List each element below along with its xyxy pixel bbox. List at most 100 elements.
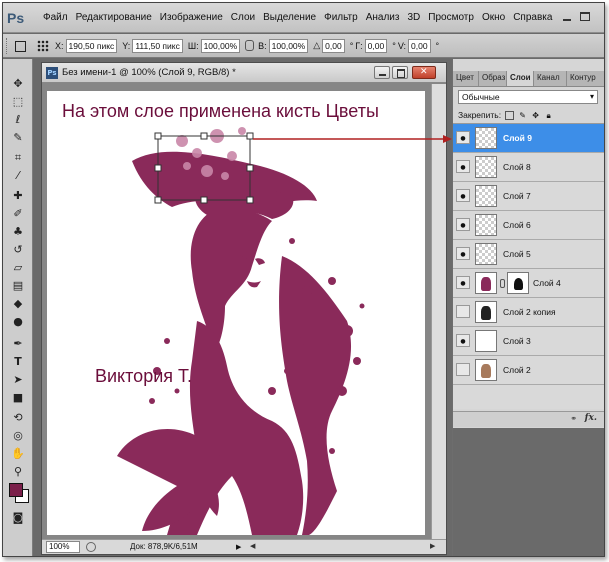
tab-color[interactable]: Цвет xyxy=(453,71,479,86)
layer-name: Слой 2 копия xyxy=(503,307,556,317)
layer-row[interactable]: Слой 6 xyxy=(453,211,604,240)
layer-thumbnail xyxy=(475,156,497,178)
3d-orbit-tool-icon[interactable]: ◎ xyxy=(10,429,26,443)
marquee-tool-icon[interactable]: ⬚ xyxy=(10,95,26,109)
menu-file[interactable]: Файл xyxy=(39,12,72,23)
type-tool-icon[interactable]: T xyxy=(10,355,26,369)
eraser-tool-icon[interactable]: ▱ xyxy=(10,261,26,275)
layer-row[interactable]: Слой 9 xyxy=(453,124,604,153)
quick-selection-tool-icon[interactable]: ✎ xyxy=(10,131,26,145)
gradient-tool-icon[interactable]: ▤ xyxy=(10,279,26,293)
healing-brush-tool-icon[interactable]: ✚ xyxy=(10,189,26,203)
transform-tool-icon[interactable] xyxy=(13,39,29,53)
status-menu-arrow-icon[interactable]: ▶ xyxy=(236,543,241,551)
visibility-eye-icon[interactable] xyxy=(456,334,470,347)
vskew-field[interactable]: 0,00 xyxy=(408,38,431,53)
history-brush-tool-icon[interactable]: ↺ xyxy=(10,243,26,257)
x-label: X: xyxy=(55,40,64,51)
menu-analysis[interactable]: Анализ xyxy=(362,12,404,23)
eyedropper-tool-icon[interactable]: ⁄ xyxy=(10,169,26,183)
tab-channels[interactable]: Канал xyxy=(534,71,567,86)
foreground-color-swatch[interactable] xyxy=(9,483,23,497)
menu-help[interactable]: Справка xyxy=(509,12,556,23)
visibility-eye-icon[interactable] xyxy=(456,305,470,318)
layer-mask-thumbnail[interactable] xyxy=(507,272,529,294)
path-selection-tool-icon[interactable]: ➤ xyxy=(10,373,26,387)
document-minimize-button[interactable] xyxy=(374,66,390,79)
hskew-field[interactable]: 0,00 xyxy=(364,38,388,53)
menu-image[interactable]: Изображение xyxy=(156,12,227,23)
maximize-button[interactable] xyxy=(580,12,590,21)
visibility-eye-icon[interactable] xyxy=(456,189,470,202)
visibility-eye-icon[interactable] xyxy=(456,276,470,289)
tab-layers[interactable]: Слои xyxy=(507,71,534,86)
lock-pixels-icon[interactable]: ✎ xyxy=(518,111,527,120)
link-icon[interactable]: ⚭ xyxy=(570,414,577,423)
w-field[interactable]: 100,00% xyxy=(200,38,241,53)
layer-row[interactable]: Слой 3 xyxy=(453,327,604,356)
canvas[interactable] xyxy=(47,91,425,535)
crop-tool-icon[interactable]: ⌗ xyxy=(10,151,26,165)
x-field[interactable]: 190,50 пикс xyxy=(65,38,118,53)
scroll-right-icon[interactable]: ▶ xyxy=(430,542,435,550)
zoom-field[interactable]: 100% xyxy=(46,541,80,553)
link-proportions-icon[interactable] xyxy=(245,40,255,51)
dodge-tool-icon[interactable]: ● xyxy=(10,315,26,329)
document-maximize-button[interactable] xyxy=(392,66,408,79)
document-close-button[interactable] xyxy=(412,66,436,79)
zoom-tool-icon[interactable]: ⚲ xyxy=(10,465,26,479)
quick-mask-icon[interactable]: ◙ xyxy=(10,511,26,525)
menu-window[interactable]: Окно xyxy=(478,12,509,23)
mask-link-icon[interactable] xyxy=(500,279,505,288)
layer-row[interactable]: Слой 7 xyxy=(453,182,604,211)
lock-position-icon[interactable]: ✥ xyxy=(531,111,540,120)
angle-field[interactable]: 0,00 xyxy=(322,38,345,53)
menu-filter[interactable]: Фильтр xyxy=(320,12,362,23)
visibility-eye-icon[interactable] xyxy=(456,247,470,260)
visibility-eye-icon[interactable] xyxy=(456,363,470,376)
fx-icon[interactable]: fx. xyxy=(585,413,597,423)
lock-transparency-icon[interactable] xyxy=(505,110,515,120)
minimize-button[interactable] xyxy=(560,10,574,24)
tab-swatches[interactable]: Образ xyxy=(479,71,507,86)
tab-paths[interactable]: Контур xyxy=(567,71,604,86)
menu-layers[interactable]: Слои xyxy=(227,12,259,23)
hand-tool-icon[interactable]: ✋ xyxy=(10,447,26,461)
lock-row: Закрепить: ✎ ✥ 🔒︎ xyxy=(458,108,603,122)
layers-list: Слой 9 Слой 8 Слой 7 Слой 6 Слой 5 xyxy=(453,123,604,409)
vertical-scrollbar[interactable] xyxy=(431,84,446,539)
scroll-left-icon[interactable]: ◀ xyxy=(250,542,255,550)
menu-edit[interactable]: Редактирование xyxy=(72,12,156,23)
layer-row[interactable]: Слой 2 копия xyxy=(453,298,604,327)
blur-tool-icon[interactable]: ◆ xyxy=(10,297,26,311)
3d-rotate-tool-icon[interactable]: ⟲ xyxy=(10,411,26,425)
menu-3d[interactable]: 3D xyxy=(403,12,424,23)
blend-mode-select[interactable]: Обычные xyxy=(458,90,598,104)
toolbox: ✥ ⬚ ℓ ✎ ⌗ ⁄ ✚ ✐ ♣ ↺ ▱ ▤ ◆ ● ✒ T ➤ ■ ⟲ ◎ … xyxy=(3,59,33,556)
options-grip[interactable] xyxy=(6,37,9,54)
pen-tool-icon[interactable]: ✒ xyxy=(10,337,26,351)
lasso-tool-icon[interactable]: ℓ xyxy=(10,113,26,127)
h-field[interactable]: 100,00% xyxy=(268,38,309,53)
move-tool-icon[interactable]: ✥ xyxy=(10,77,26,91)
brush-tool-icon[interactable]: ✐ xyxy=(10,207,26,221)
menu-view[interactable]: Просмотр xyxy=(424,12,478,23)
menu-select[interactable]: Выделение xyxy=(259,12,320,23)
visibility-eye-icon[interactable] xyxy=(456,131,470,144)
clone-stamp-tool-icon[interactable]: ♣ xyxy=(10,225,26,239)
photoshop-logo: Ps xyxy=(7,9,25,26)
visibility-eye-icon[interactable] xyxy=(456,218,470,231)
lock-all-icon[interactable]: 🔒︎ xyxy=(544,111,553,120)
layer-row[interactable]: Слой 5 xyxy=(453,240,604,269)
hskew-label: Г: xyxy=(355,40,363,51)
y-field[interactable]: 111,50 пикс xyxy=(132,38,183,53)
shape-tool-icon[interactable]: ■ xyxy=(10,391,26,405)
status-icon[interactable] xyxy=(86,542,96,552)
photoshop-window: Ps Файл Редактирование Изображение Слои … xyxy=(2,2,605,557)
layer-row[interactable]: Слой 4 xyxy=(453,269,604,298)
visibility-eye-icon[interactable] xyxy=(456,160,470,173)
document-titlebar[interactable]: Ps Без имени-1 @ 100% (Слой 9, RGB/8) * xyxy=(42,63,446,83)
layer-row[interactable]: Слой 2 xyxy=(453,356,604,385)
layer-row[interactable]: Слой 8 xyxy=(453,153,604,182)
reference-point-icon[interactable] xyxy=(37,39,49,52)
